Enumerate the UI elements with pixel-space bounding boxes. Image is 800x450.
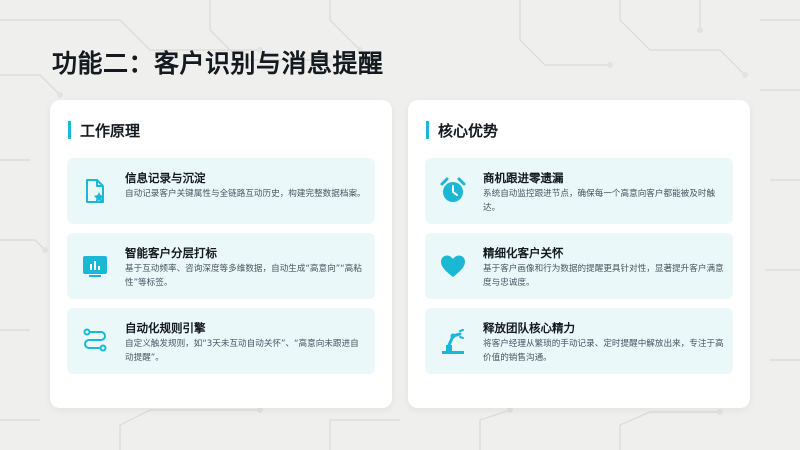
robot-arm-icon bbox=[438, 326, 468, 356]
bar-chart-icon bbox=[80, 251, 110, 281]
item-description: 自动记录客户关键属性与全链路互动历史，构建完整数据档案。 bbox=[125, 189, 366, 199]
list-item: 智能客户分层打标 基于互动频率、咨询深度等多维数据，自动生成“高意向”“高粘性”… bbox=[67, 233, 375, 299]
accent-bar bbox=[426, 121, 429, 139]
card-header: 核心优势 bbox=[426, 120, 498, 140]
card-heading: 工作原理 bbox=[80, 121, 141, 140]
item-description: 系统自动监控跟进节点，确保每一个高意向客户都能被及时触达。 bbox=[483, 189, 716, 213]
list-item: 信息记录与沉淀 自动记录客户关键属性与全链路互动历史，构建完整数据档案。 bbox=[67, 158, 375, 224]
item-description: 基于互动频率、咨询深度等多维数据，自动生成“高意向”“高粘性”等标签。 bbox=[125, 264, 362, 288]
list-item: 商机跟进零遗漏 系统自动监控跟进节点，确保每一个高意向客户都能被及时触达。 bbox=[425, 158, 733, 224]
alarm-clock-icon bbox=[438, 176, 468, 206]
item-title: 智能客户分层打标 bbox=[125, 246, 217, 260]
item-title: 自动化规则引擎 bbox=[125, 321, 206, 335]
accent-bar bbox=[68, 121, 71, 139]
item-title: 信息记录与沉淀 bbox=[125, 171, 206, 185]
list-item: 自动化规则引擎 自定义触发规则，如“3天未互动自动关怀”、“高意向未跟进自动提醒… bbox=[67, 308, 375, 374]
heart-icon bbox=[438, 251, 468, 281]
item-description: 基于客户画像和行为数据的提醒更具针对性，显著提升客户满意度与忠诚度。 bbox=[483, 264, 724, 288]
core-advantages-card: 核心优势 商机跟进零遗漏 系统自动监控跟进节点，确保每一个高意向客户都能被及时触… bbox=[408, 100, 750, 408]
item-title: 释放团队核心精力 bbox=[483, 321, 575, 335]
workflow-icon bbox=[80, 326, 110, 356]
page-title: 功能二：客户识别与消息提醒 bbox=[52, 49, 384, 78]
item-title: 精细化客户关怀 bbox=[483, 246, 564, 260]
item-description: 将客户经理从繁琐的手动记录、定时提醒中解放出来，专注于高价值的销售沟通。 bbox=[483, 339, 724, 363]
item-description: 自定义触发规则，如“3天未互动自动关怀”、“高意向未跟进自动提醒”。 bbox=[125, 339, 359, 363]
card-heading: 核心优势 bbox=[438, 121, 499, 140]
list-item: 精细化客户关怀 基于客户画像和行为数据的提醒更具针对性，显著提升客户满意度与忠诚… bbox=[425, 233, 733, 299]
document-star-icon bbox=[80, 176, 110, 206]
card-header: 工作原理 bbox=[68, 120, 140, 140]
list-item: 释放团队核心精力 将客户经理从繁琐的手动记录、定时提醒中解放出来，专注于高价值的… bbox=[425, 308, 733, 374]
working-principle-card: 工作原理 信息记录与沉淀 自动记录客户关键属性与全链路互动历史，构建完整数据档案… bbox=[50, 100, 392, 408]
item-title: 商机跟进零遗漏 bbox=[483, 171, 564, 185]
